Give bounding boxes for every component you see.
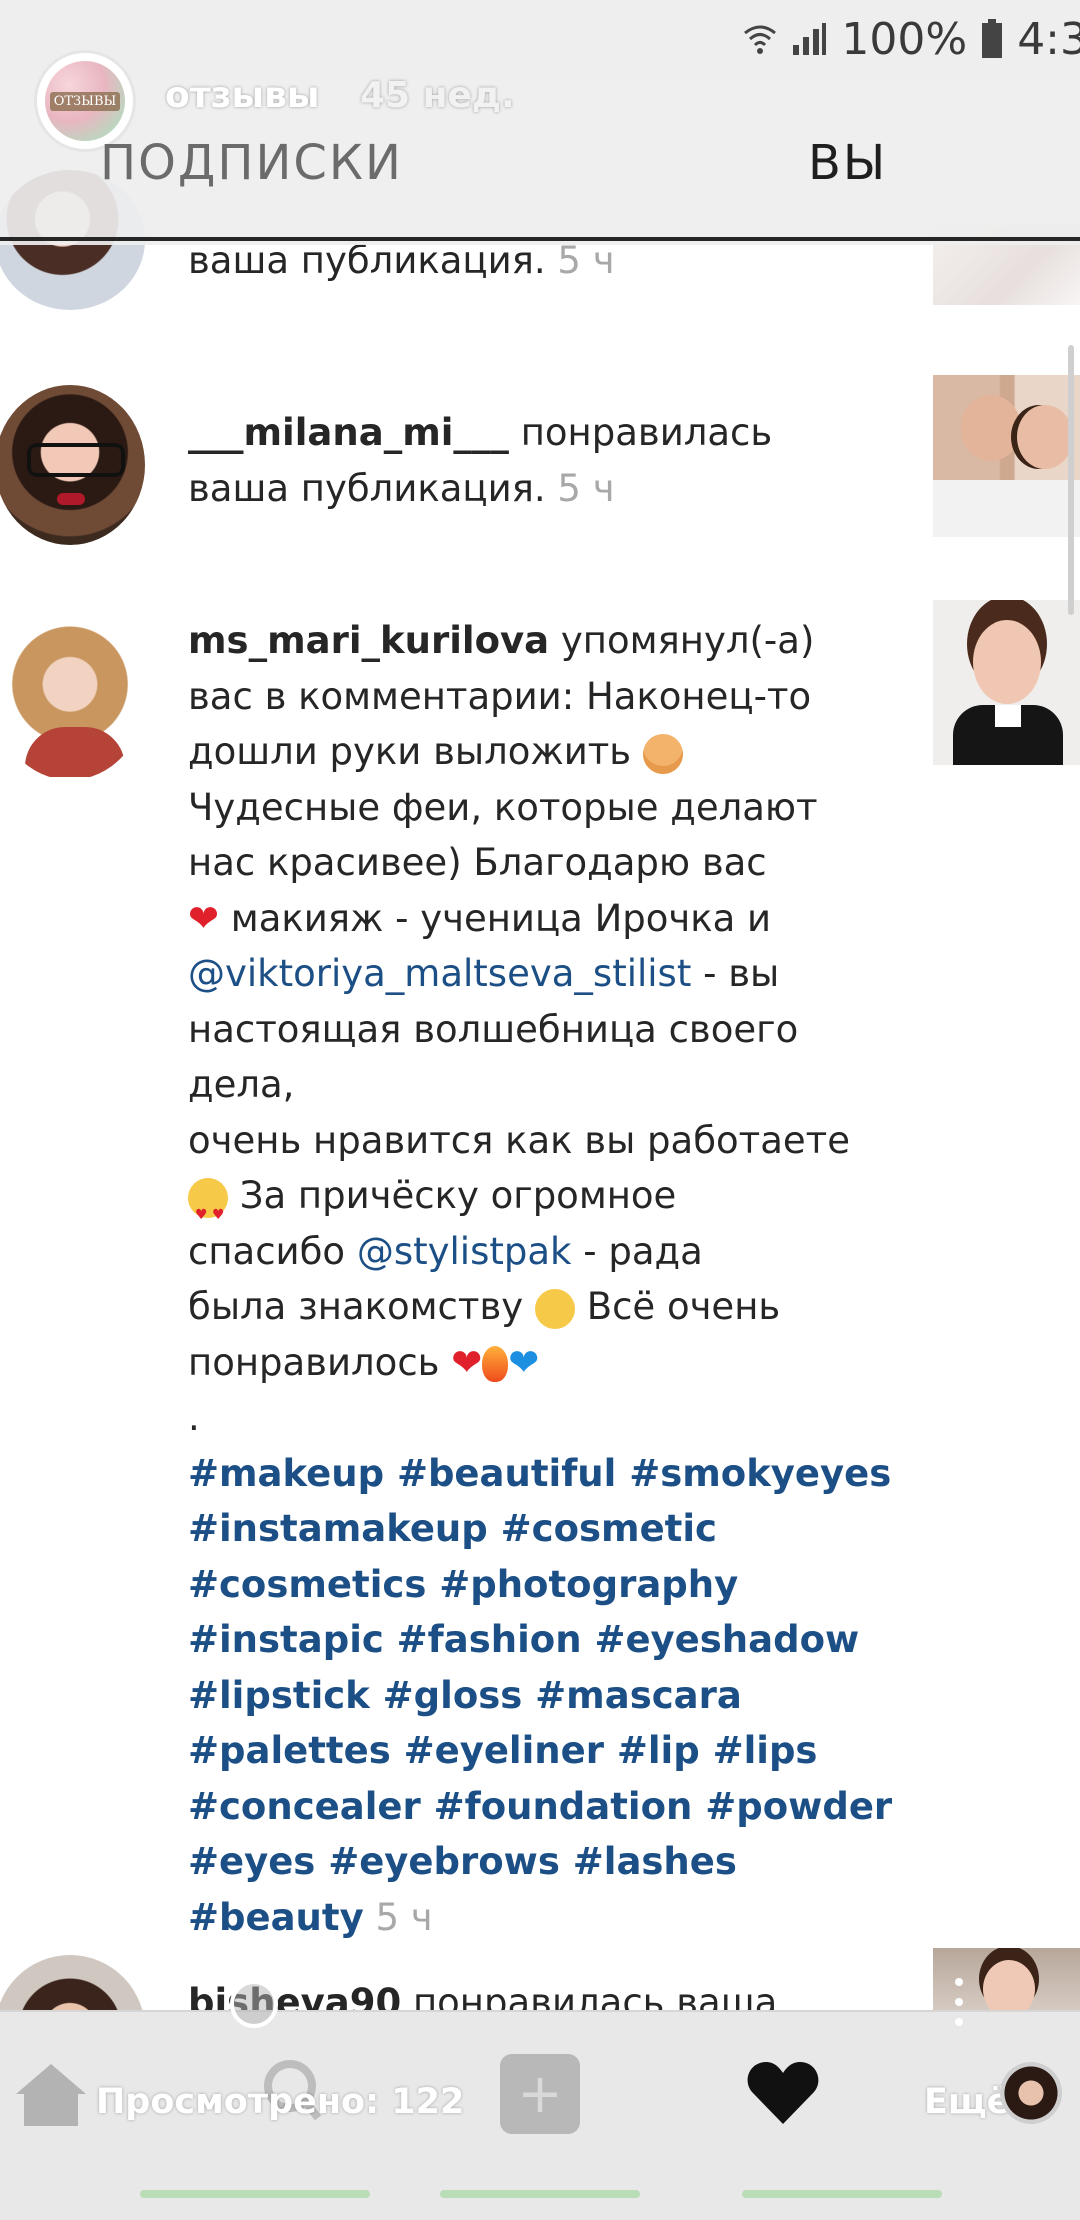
hashtag-line[interactable]: #lipstick #gloss #mascara	[188, 1674, 742, 1717]
more-label[interactable]: Ещё	[924, 2082, 1010, 2122]
new-post-button[interactable]: +	[500, 2054, 580, 2134]
heart-eyes-emoji-icon: ♥ ♥	[188, 1177, 228, 1223]
red-heart-icon: ❤	[188, 896, 220, 940]
username-link[interactable]: ms_mari_kurilova	[188, 619, 549, 662]
scrollbar[interactable]	[1068, 345, 1074, 615]
viewers-indicator[interactable]	[230, 1980, 278, 2028]
comment-line: - вы	[703, 952, 780, 995]
hashtag-line[interactable]: #concealer #foundation #powder	[188, 1785, 892, 1828]
activity-item: ___milana_mi___ понравилась ваша публика…	[188, 405, 808, 516]
story-progress-segment	[140, 2190, 370, 2198]
comment-line: настоящая волшебница своего дела,	[188, 1007, 799, 1107]
activity-item: ms_mari_kurilova упомянул(-а) вас в комм…	[188, 613, 908, 1945]
post-thumbnail[interactable]	[933, 600, 1080, 765]
comment-line: Чудесные феи, которые делают	[188, 785, 818, 829]
signal-icon	[793, 23, 827, 55]
battery-icon	[982, 19, 1003, 58]
activity-time: 5 ч	[557, 466, 615, 510]
activity-time: 5 ч	[375, 1895, 433, 1939]
tab-following[interactable]: ПОДПИСКИ	[100, 135, 403, 191]
post-thumbnail[interactable]	[933, 375, 1080, 537]
comment-line: макияж - ученица Ирочка и	[230, 896, 772, 940]
comment-line: нас красивее) Благодарю вас	[188, 841, 767, 884]
man-gesturing-emoji-icon	[642, 733, 683, 774]
hashtag-line[interactable]: #instamakeup #cosmetic	[188, 1507, 717, 1550]
user-avatar[interactable]	[0, 385, 145, 545]
plus-icon: +	[517, 2062, 563, 2125]
status-icons: 100% 4:3	[743, 13, 1080, 65]
comment-line: вас в комментарии: Наконец-то	[188, 674, 812, 718]
user-avatar[interactable]	[0, 615, 145, 780]
mention-link[interactable]: @viktoriya_maltseva_stilist	[188, 952, 691, 995]
clock: 4:3	[1017, 13, 1080, 65]
comment-line: Всё очень	[586, 1285, 781, 1328]
activity-action: понравилась	[520, 411, 773, 454]
story-username[interactable]: отзывы	[165, 75, 319, 116]
comment-line: - рада	[583, 1229, 703, 1273]
username-link[interactable]: ___milana_mi___	[188, 411, 509, 454]
tab-you[interactable]: ВЫ	[808, 135, 887, 191]
comment-line: очень нравится как вы работаете	[188, 1118, 850, 1162]
hugging-emoji-icon	[534, 1288, 575, 1329]
hashtag-line[interactable]: #beauty	[188, 1896, 364, 1939]
wifi-icon	[744, 25, 777, 54]
blue-heart-icon: ❤	[508, 1340, 540, 1384]
comment-line: понравилось	[188, 1340, 440, 1384]
hashtag-line[interactable]: #instapic #fashion #eyeshadow	[188, 1618, 859, 1661]
comment-line: была знакомству	[188, 1285, 524, 1328]
battery-percent: 100%	[841, 13, 968, 65]
hashtag-line[interactable]: #makeup #beautiful #smokyeyes	[188, 1452, 891, 1495]
more-options-icon[interactable]	[955, 1978, 963, 2026]
activity-text: ваша публикация.	[188, 239, 546, 282]
heart-icon[interactable]	[746, 2060, 820, 2126]
hashtag-line[interactable]: #palettes #eyeliner #lip #lips	[188, 1729, 817, 1772]
story-avatar-label: ОТЗЫВЫ	[49, 91, 121, 111]
home-icon[interactable]	[14, 2060, 88, 2130]
tab-divider	[0, 237, 1080, 241]
comment-line: За причёску огромное	[239, 1174, 677, 1217]
activity-time: 5 ч	[557, 239, 615, 282]
hashtag-line[interactable]: #eyes #eyebrows #lashes	[188, 1840, 737, 1883]
mention-link[interactable]: @stylistpak	[357, 1230, 572, 1273]
profile-avatar[interactable]	[1000, 2062, 1062, 2124]
story-progress-segment	[440, 2190, 640, 2198]
activity-text: ваша публикация.	[188, 466, 546, 510]
comment-dot: .	[188, 1396, 200, 1439]
comment-line: дошли руки выложить	[188, 730, 632, 773]
activity-action: упомянул(-а)	[560, 619, 815, 662]
hashtag-line[interactable]: #cosmetics #photography	[188, 1563, 738, 1606]
views-count[interactable]: Просмотрено: 122	[96, 2082, 464, 2122]
bottom-divider	[0, 2010, 1080, 2012]
story-time: 45 нед.	[360, 75, 515, 116]
red-heart-icon: ❤	[451, 1340, 483, 1384]
story-progress-segment	[742, 2190, 942, 2198]
fire-icon	[482, 1346, 509, 1382]
activity-item: bisheva90 понравилась ваша	[188, 1975, 828, 2015]
